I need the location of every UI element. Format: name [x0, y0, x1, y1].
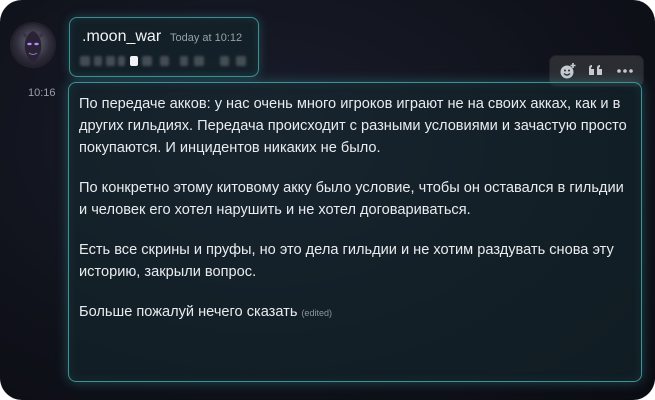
edited-label: (edited)	[301, 308, 332, 318]
message-paragraph: По конкретно этому китовому акку было ус…	[79, 180, 624, 218]
more-button[interactable]	[612, 58, 638, 84]
avatar-image	[20, 30, 46, 62]
chat-window: .moon_war Today at 10:12 10:16 По переда…	[0, 0, 655, 400]
add-reaction-icon	[560, 63, 576, 79]
message-timestamp: Today at 10:12	[170, 32, 243, 44]
username[interactable]: .moon_war	[82, 28, 161, 46]
more-icon	[617, 69, 633, 73]
redacted-text	[80, 56, 250, 68]
message-last-text: Больше пожалуй нечего сказать	[79, 304, 298, 320]
message-paragraph-last: Больше пожалуй нечего сказать (edited)	[79, 301, 627, 324]
message-side-time: 10:16	[28, 87, 56, 99]
message-paragraph: По передаче акков: у нас очень много игр…	[79, 96, 627, 156]
message-header: .moon_war Today at 10:12	[69, 17, 259, 77]
message-content: По передаче акков: у нас очень много игр…	[68, 82, 642, 382]
avatar[interactable]	[12, 24, 54, 66]
message-paragraph: Есть все скрины и пруфы, но это дела гил…	[79, 242, 614, 280]
quote-button[interactable]	[583, 58, 609, 84]
quote-icon	[589, 65, 603, 75]
add-reaction-button[interactable]	[555, 58, 581, 84]
